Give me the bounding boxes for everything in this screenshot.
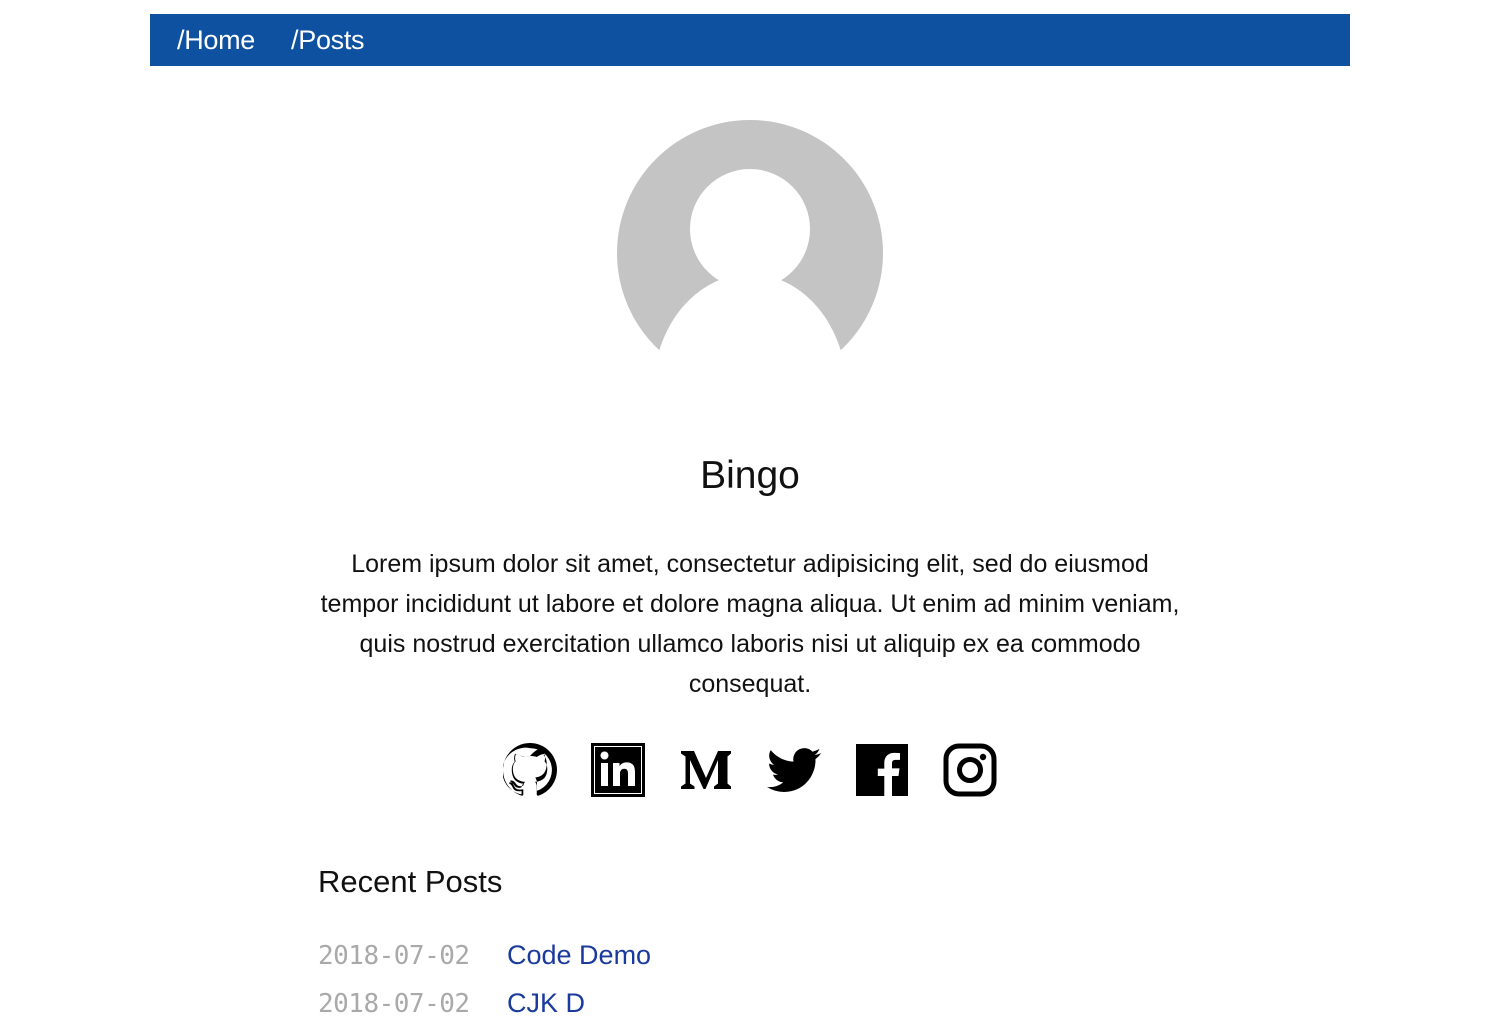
post-title-link[interactable]: CJK D — [507, 988, 585, 1019]
avatar — [617, 120, 883, 396]
github-icon — [503, 743, 557, 796]
social-links — [0, 743, 1500, 797]
linkedin-icon — [591, 743, 645, 797]
nav-home-link[interactable]: /Home — [177, 25, 255, 56]
nav-posts-link[interactable]: /Posts — [291, 25, 365, 56]
list-item: 2018-07-02 CJK D — [318, 988, 585, 1019]
post-date: 2018-07-02 — [318, 989, 470, 1019]
instagram-icon — [943, 743, 997, 797]
list-item: 2018-07-02 Code Demo — [318, 940, 651, 971]
github-link[interactable] — [503, 743, 557, 797]
medium-icon — [681, 751, 731, 789]
profile-bio: Lorem ipsum dolor sit amet, consectetur … — [320, 550, 1180, 698]
default-user-avatar-icon — [617, 120, 883, 396]
facebook-icon — [856, 744, 908, 796]
twitter-link[interactable] — [767, 743, 821, 797]
instagram-link[interactable] — [943, 743, 997, 797]
profile-name: Bingo — [700, 454, 800, 497]
twitter-icon — [767, 748, 821, 792]
medium-link[interactable] — [679, 743, 733, 797]
post-date: 2018-07-02 — [318, 941, 470, 971]
post-title-link[interactable]: Code Demo — [507, 940, 651, 971]
linkedin-link[interactable] — [591, 743, 645, 797]
facebook-link[interactable] — [855, 743, 909, 797]
top-navbar: /Home /Posts — [150, 14, 1350, 66]
recent-posts-title: Recent Posts — [318, 864, 503, 899]
